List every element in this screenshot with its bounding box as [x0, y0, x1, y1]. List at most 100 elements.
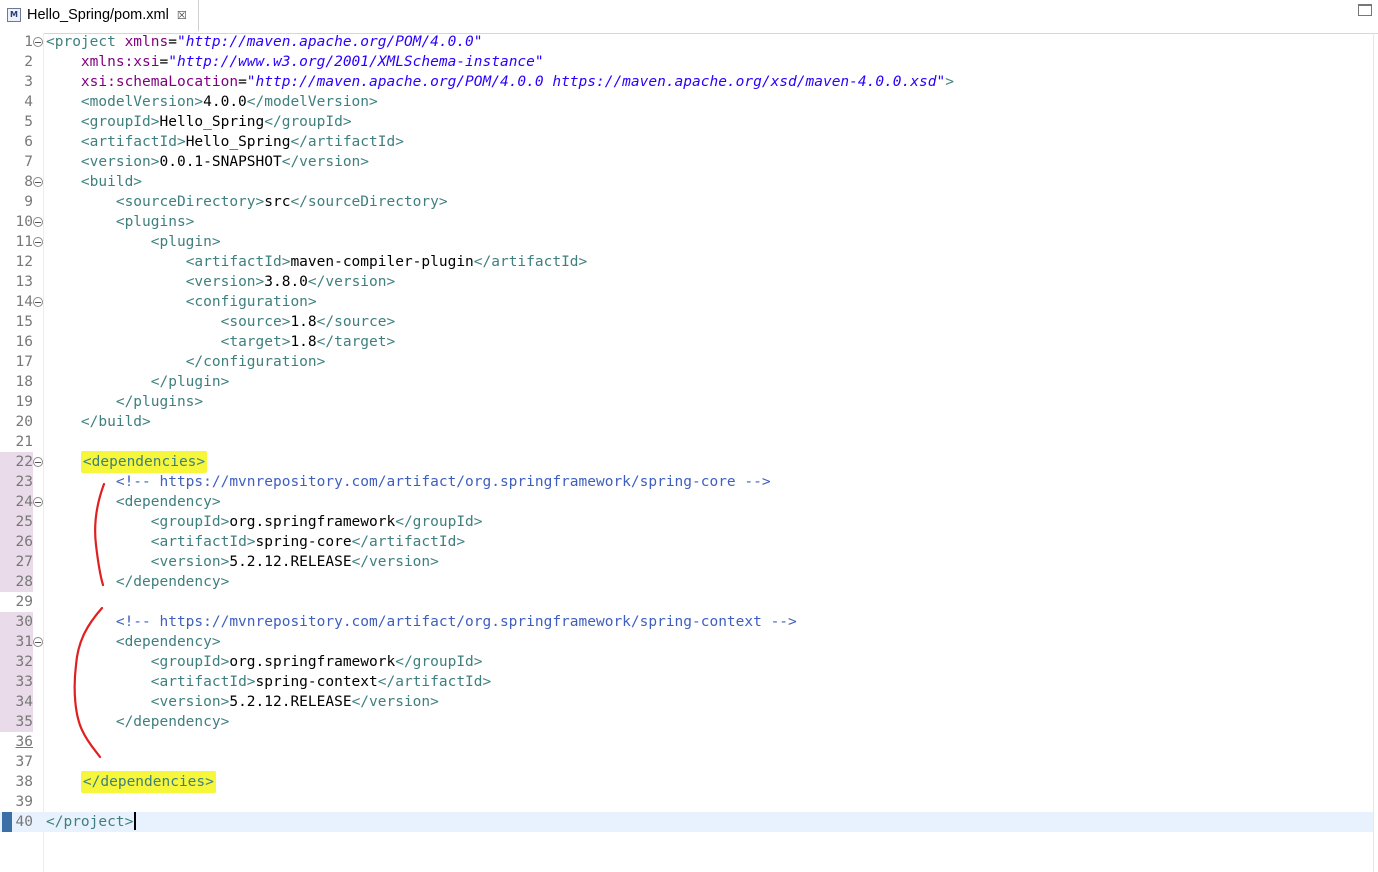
code-text: <artifactId>spring-core</artifactId>	[46, 532, 465, 552]
code-token: 5.2.12.RELEASE	[229, 694, 352, 710]
code-line[interactable]: 32 <groupId>org.springframework</groupId…	[0, 652, 1373, 672]
code-text: <artifactId>maven-compiler-plugin</artif…	[46, 252, 588, 272]
code-line[interactable]: 7 <version>0.0.1-SNAPSHOT</version>	[0, 152, 1373, 172]
code-line[interactable]: 5 <groupId>Hello_Spring</groupId>	[0, 112, 1373, 132]
code-text: <modelVersion>4.0.0</modelVersion>	[46, 92, 378, 112]
code-line[interactable]: 37	[0, 752, 1373, 772]
code-line[interactable]: 30 <!-- https://mvnrepository.com/artifa…	[0, 612, 1373, 632]
code-text: </configuration>	[46, 352, 326, 372]
code-token: </build>	[80, 414, 151, 430]
code-line[interactable]: 38 </dependencies>	[0, 771, 1373, 793]
fold-toggle-icon[interactable]	[33, 497, 43, 507]
code-line[interactable]: 36	[0, 732, 1373, 752]
code-line[interactable]: 9 <sourceDirectory>src</sourceDirectory>	[0, 192, 1373, 212]
code-line[interactable]: 24 <dependency>	[0, 492, 1373, 512]
code-text: <groupId>org.springframework</groupId>	[46, 512, 483, 532]
code-text: <dependency>	[46, 492, 221, 512]
code-text: <artifactId>Hello_Spring</artifactId>	[46, 132, 404, 152]
fold-toggle-icon[interactable]	[33, 237, 43, 247]
code-token: </version>	[307, 274, 396, 290]
code-line[interactable]: 35 </dependency>	[0, 712, 1373, 732]
code-token: </dependency>	[115, 574, 230, 590]
code-token: </configuration>	[185, 354, 326, 370]
fold-toggle-icon[interactable]	[33, 457, 43, 467]
code-line[interactable]: 4 <modelVersion>4.0.0</modelVersion>	[0, 92, 1373, 112]
fold-toggle-icon[interactable]	[33, 637, 43, 647]
code-token: =	[238, 74, 247, 90]
code-line[interactable]: 31 <dependency>	[0, 632, 1373, 652]
line-number: 1	[24, 34, 33, 50]
code-token: </version>	[351, 694, 439, 710]
code-line[interactable]: 34 <version>5.2.12.RELEASE</version>	[0, 692, 1373, 712]
overview-ruler[interactable]	[1373, 33, 1374, 872]
code-line[interactable]: 3 xsi:schemaLocation="http://maven.apach…	[0, 72, 1373, 92]
code-line[interactable]: 33 <artifactId>spring-context</artifactI…	[0, 672, 1373, 692]
code-line[interactable]: 25 <groupId>org.springframework</groupId…	[0, 512, 1373, 532]
code-line[interactable]: 2 xmlns:xsi="http://www.w3.org/2001/XMLS…	[0, 52, 1373, 72]
code-line[interactable]: 1 <project xmlns="http://maven.apache.org…	[0, 32, 1373, 52]
code-line[interactable]: 26 <artifactId>spring-core</artifactId>	[0, 532, 1373, 552]
code-line[interactable]: 39	[0, 792, 1373, 812]
fold-toggle-icon[interactable]	[33, 217, 43, 227]
code-line[interactable]: 28 </dependency>	[0, 572, 1373, 592]
line-number: 40	[15, 814, 33, 830]
code-text: <plugins>	[46, 212, 195, 232]
code-text: <build>	[46, 172, 142, 192]
code-token: Hello_Spring	[185, 134, 291, 150]
code-line[interactable]: 23 <!-- https://mvnrepository.com/artifa…	[0, 472, 1373, 492]
code-token: 0.0.1-SNAPSHOT	[159, 154, 282, 170]
code-token: 4.0.0	[203, 94, 247, 110]
line-number: 8	[24, 174, 33, 190]
code-line[interactable]: 16 <target>1.8</target>	[0, 332, 1373, 352]
line-number: 18	[15, 374, 33, 390]
code-line[interactable]: 8 <build>	[0, 172, 1373, 192]
code-line[interactable]: 29	[0, 592, 1373, 612]
code-text: </plugin>	[46, 372, 230, 392]
code-line[interactable]: 10 <plugins>	[0, 212, 1373, 232]
code-text: <configuration>	[46, 292, 317, 312]
code-line[interactable]: 13 <version>3.8.0</version>	[0, 272, 1373, 292]
fold-toggle-icon[interactable]	[33, 297, 43, 307]
line-number: 31	[0, 632, 33, 652]
code-line[interactable]: 18 </plugin>	[0, 372, 1373, 392]
restore-window-icon[interactable]	[1358, 4, 1372, 16]
close-icon[interactable]: ☒	[177, 9, 187, 22]
code-text: </dependency>	[46, 712, 230, 732]
code-text: </project>	[46, 812, 136, 832]
code-editor[interactable]: 1 <project xmlns="http://maven.apache.org…	[0, 32, 1373, 832]
code-line[interactable]: 15 <source>1.8</source>	[0, 312, 1373, 332]
code-token: spring-core	[255, 534, 352, 550]
editor-tab-pom-xml[interactable]: M Hello_Spring/pom.xml ☒	[0, 0, 199, 32]
code-line[interactable]: 40 </project>	[0, 812, 1373, 832]
code-line[interactable]: 21	[0, 432, 1373, 452]
code-token: src	[264, 194, 291, 210]
fold-toggle-icon[interactable]	[33, 177, 43, 187]
fold-toggle-icon[interactable]	[33, 37, 43, 47]
code-line[interactable]: 19 </plugins>	[0, 392, 1373, 412]
code-line[interactable]: 17 </configuration>	[0, 352, 1373, 372]
code-line[interactable]: 14 <configuration>	[0, 292, 1373, 312]
code-line[interactable]: 22 <dependencies>	[0, 451, 1373, 473]
code-line[interactable]: 11 <plugin>	[0, 232, 1373, 252]
code-line[interactable]: 6 <artifactId>Hello_Spring</artifactId>	[0, 132, 1373, 152]
code-line[interactable]: 27 <version>5.2.12.RELEASE</version>	[0, 552, 1373, 572]
code-token: spring-context	[255, 674, 378, 690]
code-line[interactable]: 12 <artifactId>maven-compiler-plugin</ar…	[0, 252, 1373, 272]
code-token: <source>	[220, 314, 291, 330]
code-line[interactable]: 20 </build>	[0, 412, 1373, 432]
